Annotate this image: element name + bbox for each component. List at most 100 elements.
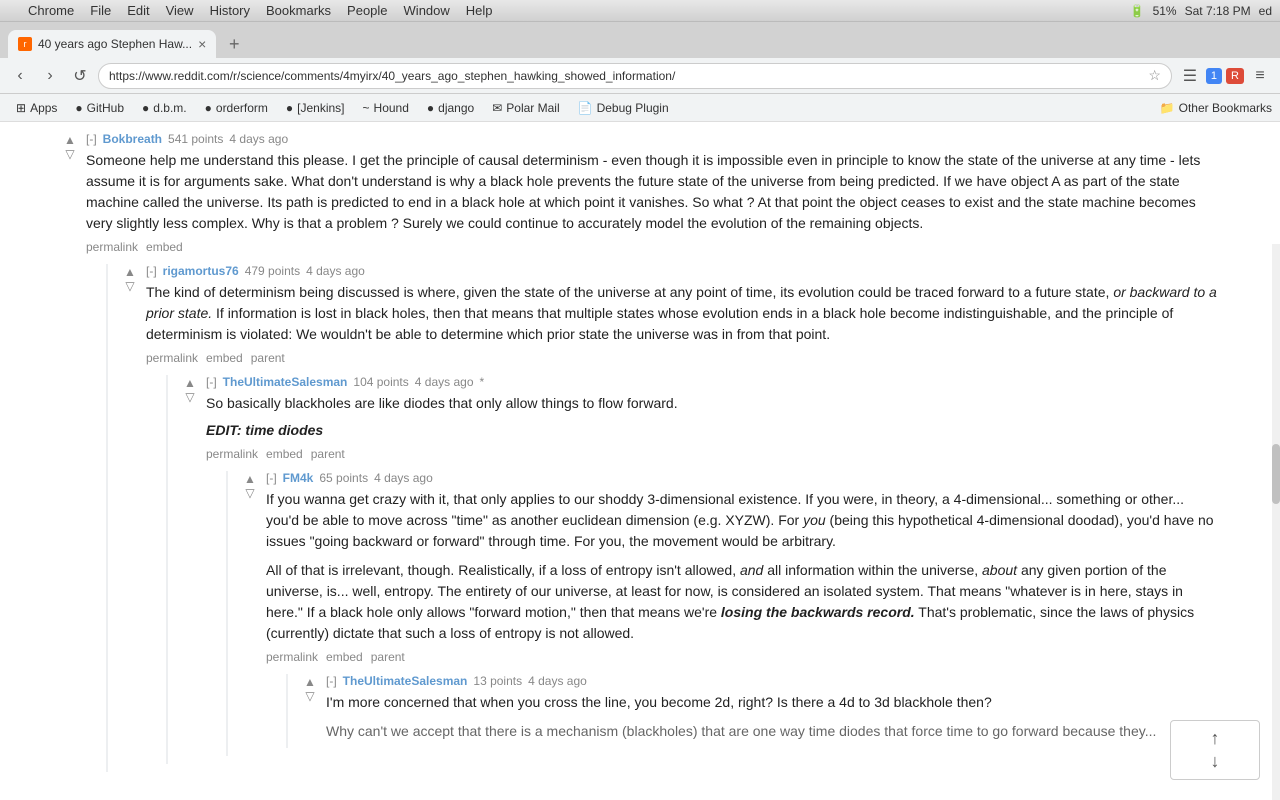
comment-author-5[interactable]: TheUltimateSalesman [343, 674, 468, 688]
menu-people[interactable]: People [347, 3, 387, 18]
permalink-3[interactable]: permalink [206, 447, 258, 461]
vote-column-5: ▲ ▽ [300, 674, 320, 748]
bookmark-debugplugin[interactable]: 📄 Debug Plugin [570, 97, 677, 119]
comment-header-3: [-] TheUltimateSalesman 104 points 4 day… [206, 375, 1220, 389]
embed-2[interactable]: embed [206, 351, 243, 365]
downvote-button-5[interactable]: ▽ [305, 690, 314, 702]
parent-2[interactable]: parent [251, 351, 285, 365]
pocket-button[interactable]: ☰ [1178, 64, 1202, 88]
vote-column-3: ▲ ▽ [180, 375, 200, 764]
parent-3[interactable]: parent [311, 447, 345, 461]
bookmark-polarmail[interactable]: ✉ Polar Mail [484, 97, 567, 119]
upvote-button-4[interactable]: ▲ [244, 473, 256, 485]
comment-author-1[interactable]: Bokbreath [103, 132, 162, 146]
github-icon: ● [75, 101, 82, 115]
embed-3[interactable]: embed [266, 447, 303, 461]
collapse-button-3[interactable]: [-] [206, 375, 217, 389]
comment-time-2: 4 days ago [306, 264, 365, 278]
comment-body-5: [-] TheUltimateSalesman 13 points 4 days… [326, 674, 1220, 748]
comment-time-5: 4 days ago [528, 674, 587, 688]
collapse-button-1[interactable]: [-] [86, 132, 97, 146]
bookmark-github-label: GitHub [87, 101, 124, 115]
jenkins-icon: ● [286, 101, 293, 115]
reddit-button[interactable]: R [1226, 68, 1244, 84]
downvote-button-4[interactable]: ▽ [245, 487, 254, 499]
scroll-down-button[interactable]: ↓ [1211, 751, 1220, 772]
menu-file[interactable]: File [90, 3, 111, 18]
upvote-button-3[interactable]: ▲ [184, 377, 196, 389]
embed-4[interactable]: embed [326, 650, 363, 664]
embed-1[interactable]: embed [146, 240, 183, 254]
menu-view[interactable]: View [166, 3, 194, 18]
downvote-button-3[interactable]: ▽ [185, 391, 194, 403]
bookmark-hound[interactable]: ~ Hound [355, 97, 417, 119]
collapse-button-4[interactable]: [-] [266, 471, 277, 485]
menu-window[interactable]: Window [404, 3, 450, 18]
scroll-popup: ↑ ↓ [1170, 720, 1260, 780]
menu-chrome[interactable]: Chrome [28, 3, 74, 18]
folder-icon: 📁 [1160, 101, 1175, 115]
menu-history[interactable]: History [210, 3, 250, 18]
bookmark-star-icon[interactable]: ☆ [1148, 67, 1161, 84]
scroll-up-button[interactable]: ↑ [1211, 728, 1220, 749]
bookmark-orderform[interactable]: ● orderform [197, 97, 276, 119]
upvote-button-1[interactable]: ▲ [64, 134, 76, 146]
permalink-4[interactable]: permalink [266, 650, 318, 664]
menu-bookmarks[interactable]: Bookmarks [266, 3, 331, 18]
comment-text-content-1: Someone help me understand this please. … [86, 152, 1200, 231]
chrome-menu-button[interactable]: ≡ [1248, 64, 1272, 88]
bookmark-apps-label: Apps [30, 101, 57, 115]
scrollbar-thumb[interactable] [1272, 444, 1280, 504]
other-bookmarks-label: Other Bookmarks [1179, 101, 1272, 115]
permalink-2[interactable]: permalink [146, 351, 198, 365]
back-button[interactable]: ‹ [8, 64, 32, 88]
comment-text-4: If you wanna get crazy with it, that onl… [266, 489, 1220, 552]
comment-author-4[interactable]: FM4k [283, 471, 314, 485]
tab-close-button[interactable]: × [198, 36, 206, 52]
collapse-button-2[interactable]: [-] [146, 264, 157, 278]
bookmark-dbm[interactable]: ● d.b.m. [134, 97, 195, 119]
comment-points-1: 541 points [168, 132, 223, 146]
comment-time-3: 4 days ago [415, 375, 474, 389]
new-tab-button[interactable]: + [220, 30, 248, 58]
comment-author-3[interactable]: TheUltimateSalesman [223, 375, 348, 389]
comment-points-5: 13 points [473, 674, 522, 688]
bookmark-jenkins[interactable]: ● [Jenkins] [278, 97, 353, 119]
vote-column-2: ▲ ▽ [120, 264, 140, 772]
bookmark-github[interactable]: ● GitHub [67, 97, 132, 119]
bookmark-django-label: django [438, 101, 474, 115]
cast-button[interactable]: 1 [1206, 68, 1222, 84]
upvote-button-5[interactable]: ▲ [304, 676, 316, 688]
tab-title: 40 years ago Stephen Haw... [38, 37, 192, 51]
permalink-1[interactable]: permalink [86, 240, 138, 254]
menu-help[interactable]: Help [466, 3, 493, 18]
url-text: https://www.reddit.com/r/science/comment… [109, 69, 1142, 83]
content-area: ▲ ▽ [-] Bokbreath 541 points 4 days ago … [0, 122, 1280, 800]
comment-time-1: 4 days ago [229, 132, 288, 146]
apps-icon: ⊞ [16, 101, 26, 115]
comment-text-edit-3: EDIT: time diodes [206, 420, 1220, 441]
bookmark-apps[interactable]: ⊞ Apps [8, 97, 65, 119]
collapse-button-5[interactable]: [-] [326, 674, 337, 688]
downvote-button-1[interactable]: ▽ [65, 148, 74, 160]
orderform-icon: ● [205, 101, 212, 115]
scrollbar[interactable] [1272, 244, 1280, 800]
other-bookmarks[interactable]: 📁 Other Bookmarks [1160, 101, 1272, 115]
hound-icon: ~ [363, 101, 370, 115]
active-tab[interactable]: r 40 years ago Stephen Haw... × [8, 30, 216, 58]
bookmark-polarmail-label: Polar Mail [506, 101, 559, 115]
polarmail-icon: ✉ [492, 101, 502, 115]
bookmark-debugplugin-label: Debug Plugin [597, 101, 669, 115]
forward-button[interactable]: › [38, 64, 62, 88]
edit-note-3: EDIT: time diodes [206, 422, 323, 438]
parent-4[interactable]: parent [371, 650, 405, 664]
bookmark-django[interactable]: ● django [419, 97, 482, 119]
upvote-button-2[interactable]: ▲ [124, 266, 136, 278]
comment-author-2[interactable]: rigamortus76 [163, 264, 239, 278]
reload-button[interactable]: ↺ [68, 64, 92, 88]
menu-edit[interactable]: Edit [127, 3, 149, 18]
downvote-button-2[interactable]: ▽ [125, 280, 134, 292]
url-bar[interactable]: https://www.reddit.com/r/science/comment… [98, 63, 1172, 89]
bookmark-dbm-label: d.b.m. [153, 101, 186, 115]
comment-header-4: [-] FM4k 65 points 4 days ago [266, 471, 1220, 485]
